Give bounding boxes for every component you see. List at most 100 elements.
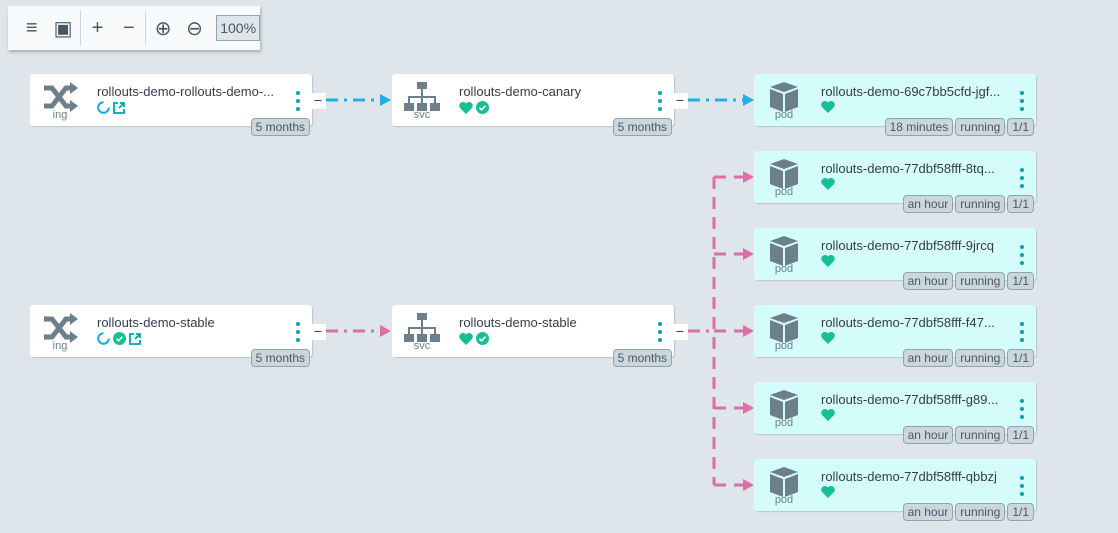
healthy-icon [821, 255, 835, 267]
tag: running [955, 426, 1006, 444]
tag: running [955, 503, 1006, 521]
node-tags: an hour running 1/1 [902, 195, 1034, 213]
node-menu-button[interactable] [292, 322, 304, 342]
status-icons [821, 486, 835, 498]
tag: an hour [902, 426, 954, 444]
healthy-icon [459, 101, 473, 114]
node-pod[interactable]: pod rollouts-demo-77dbf58fff-qbbzj an hour… [754, 459, 1036, 521]
pod-icon [766, 159, 802, 189]
pod-icon [766, 236, 802, 266]
status-icons [821, 332, 835, 344]
pod-icon [766, 313, 802, 343]
node-title: rollouts-demo-77dbf58fff-f47... [821, 315, 995, 330]
node-tags: 5 months [250, 118, 310, 136]
tag: 1/1 [1007, 426, 1034, 444]
node-svc[interactable]: svc rollouts-demo-stable 5 months [392, 305, 674, 367]
tag: running [955, 118, 1006, 136]
node-menu-button[interactable] [1016, 476, 1028, 496]
node-pod[interactable]: pod rollouts-demo-77dbf58fff-g89... an hou… [754, 382, 1036, 444]
node-title: rollouts-demo-canary [459, 84, 582, 99]
kind-label: pod [774, 263, 794, 275]
node-menu-button[interactable] [1016, 168, 1028, 188]
status-icons [821, 101, 835, 113]
node-menu-button[interactable] [654, 91, 666, 111]
node-title: rollouts-demo-rollouts-demo-... [97, 84, 275, 99]
tag: 5 months [612, 349, 672, 367]
external-link-icon[interactable] [113, 101, 125, 114]
tag: an hour [902, 349, 954, 367]
node-tags: an hour running 1/1 [902, 426, 1034, 444]
node-menu-button[interactable] [1016, 322, 1028, 342]
node-pod[interactable]: pod rollouts-demo-69c7bb5cfd-jgf... 18 min… [754, 74, 1036, 136]
node-menu-button[interactable] [1016, 245, 1028, 265]
collapse-button[interactable]: − [672, 324, 688, 340]
healthy-icon [459, 332, 473, 345]
arrow-head [743, 402, 754, 414]
synced-icon [476, 101, 489, 114]
status-icons [821, 255, 835, 267]
pod-icon [766, 390, 802, 420]
healthy-icon [821, 178, 835, 190]
tag: 5 months [250, 349, 310, 367]
collapse-button[interactable]: − [310, 93, 326, 109]
status-icons [97, 332, 141, 345]
tag: 1/1 [1007, 118, 1034, 136]
arrow-head [743, 94, 754, 106]
status-icons [97, 101, 125, 114]
progressing-icon [97, 101, 110, 114]
tag: 1/1 [1007, 503, 1034, 521]
node-title: rollouts-demo-77dbf58fff-qbbzj [821, 469, 997, 484]
node-ing[interactable]: ing rollouts-demo-stable 5 months [30, 305, 312, 367]
svc-icon [404, 82, 440, 112]
ing-icon [42, 82, 78, 112]
node-title: rollouts-demo-77dbf58fff-g89... [821, 392, 999, 407]
tag: 5 months [250, 118, 310, 136]
node-ing[interactable]: ing rollouts-demo-rollouts-demo-... 5 mont… [30, 74, 312, 136]
node-tags: an hour running 1/1 [902, 272, 1034, 290]
node-tags: 5 months [612, 118, 672, 136]
node-tags: 5 months [250, 349, 310, 367]
tag: running [955, 272, 1006, 290]
node-menu-button[interactable] [1016, 399, 1028, 419]
progressing-icon [97, 332, 110, 345]
kind-label: pod [774, 109, 794, 121]
tag: an hour [902, 195, 954, 213]
tag: an hour [902, 503, 954, 521]
svc-icon [404, 313, 440, 343]
kind-label: pod [774, 417, 794, 429]
node-pod[interactable]: pod rollouts-demo-77dbf58fff-9jrcq an hour… [754, 228, 1036, 290]
node-tags: 5 months [612, 349, 672, 367]
kind-label: pod [774, 494, 794, 506]
node-menu-button[interactable] [292, 91, 304, 111]
pod-icon [766, 82, 802, 112]
ing-icon [42, 313, 78, 343]
tag: 1/1 [1007, 195, 1034, 213]
kind-label: svc [413, 109, 431, 121]
collapse-button[interactable]: − [310, 324, 326, 340]
healthy-icon [821, 332, 835, 344]
tag: an hour [902, 272, 954, 290]
kind-label: pod [774, 340, 794, 352]
tag: 5 months [612, 118, 672, 136]
node-menu-button[interactable] [654, 322, 666, 342]
healthy-icon [821, 486, 835, 498]
external-link-icon[interactable] [129, 332, 141, 345]
node-title: rollouts-demo-69c7bb5cfd-jgf... [821, 84, 1001, 99]
tag: 1/1 [1007, 272, 1034, 290]
status-icons [821, 409, 835, 421]
status-icons [459, 101, 489, 114]
node-pod[interactable]: pod rollouts-demo-77dbf58fff-f47... an hou… [754, 305, 1036, 367]
tag: running [955, 349, 1006, 367]
node-tags: an hour running 1/1 [902, 349, 1034, 367]
node-tags: an hour running 1/1 [902, 503, 1034, 521]
node-svc[interactable]: svc rollouts-demo-canary 5 months [392, 74, 674, 136]
kind-label: ing [52, 340, 68, 352]
node-title: rollouts-demo-77dbf58fff-8tq... [821, 161, 995, 176]
kind-label: pod [774, 186, 794, 198]
tag: 18 minutes [884, 118, 954, 136]
pod-icon [766, 467, 802, 497]
node-menu-button[interactable] [1016, 91, 1028, 111]
collapse-button[interactable]: − [672, 93, 688, 109]
node-title: rollouts-demo-stable [97, 315, 215, 330]
node-pod[interactable]: pod rollouts-demo-77dbf58fff-8tq... an hou… [754, 151, 1036, 213]
